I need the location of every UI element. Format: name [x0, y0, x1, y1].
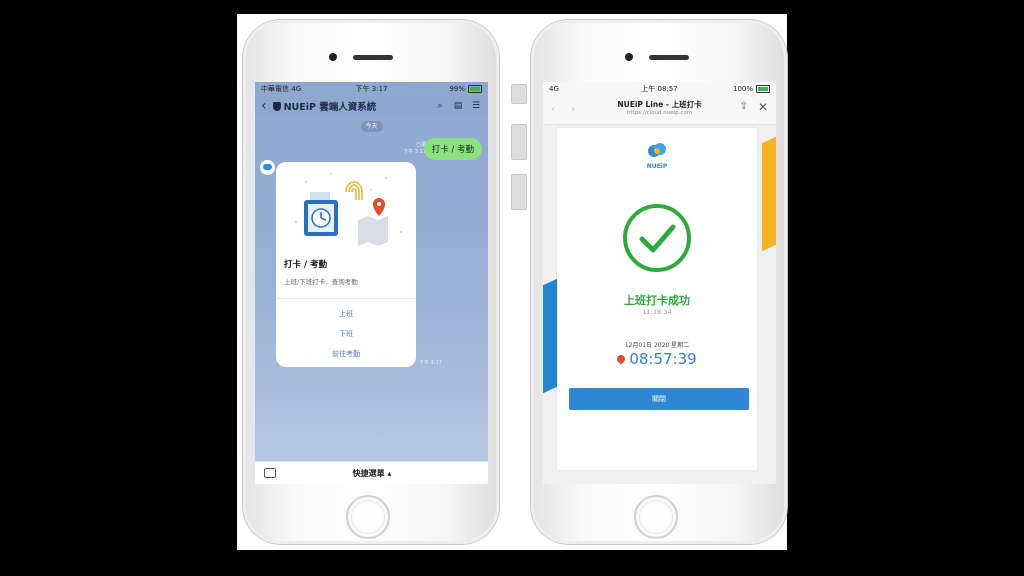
chat-title: NUEiP 雲端人資系統	[283, 102, 377, 113]
search-icon[interactable]: ⌕	[434, 101, 446, 111]
home-button[interactable]	[634, 495, 678, 539]
right-phone: 4G 上午 08:57 100% ‹ › NUEiP Line - 上班打卡 h…	[531, 20, 787, 544]
quick-menu-toggle[interactable]: 快捷選單 ▴	[276, 468, 468, 479]
bot-avatar[interactable]	[260, 160, 275, 175]
status-time: 下午 3:17	[355, 85, 388, 93]
left-phone: 中華電信 4G 下午 3:17 99% ‹ NUEiP 雲端人資系統 ⌕ ▤ ☰…	[243, 20, 499, 544]
line-chat-screen: 中華電信 4G 下午 3:17 99% ‹ NUEiP 雲端人資系統 ⌕ ▤ ☰…	[255, 82, 488, 484]
close-icon[interactable]: ✕	[758, 100, 768, 114]
success-time: 11:18:34	[642, 308, 672, 316]
back-icon[interactable]: ‹	[261, 98, 267, 114]
cloud-logo-icon	[648, 143, 666, 157]
blue-accent-stripe	[543, 278, 557, 394]
notes-icon[interactable]: ▤	[452, 101, 464, 111]
browser-header: ‹ › NUEiP Line - 上班打卡 https://cloud.nuei…	[543, 96, 776, 125]
message-time: 下午 3:17	[403, 149, 426, 155]
timeclock-illustration	[294, 173, 403, 246]
card-subtitle: 上班/下班打卡．查詢考勤	[284, 278, 358, 286]
sent-message-bubble[interactable]: 打卡 / 考勤	[423, 138, 482, 160]
clock-out-action[interactable]: 下班	[276, 329, 416, 339]
earpiece	[353, 55, 393, 60]
battery-icon	[468, 85, 482, 93]
success-check-icon	[623, 204, 691, 272]
flex-message-card: 打卡 / 考勤 上班/下班打卡．查詢考勤 上班 下班 前往考勤	[276, 162, 416, 367]
logo-text: NUEiP	[646, 163, 668, 170]
nueip-logo: NUEiP	[644, 142, 670, 170]
card-illustration	[276, 162, 416, 254]
volume-up-button	[511, 124, 527, 160]
status-time: 上午 08:57	[641, 85, 678, 93]
read-label: 已讀	[415, 142, 426, 148]
menu-icon[interactable]: ☰	[470, 101, 482, 111]
yellow-accent-stripe	[762, 136, 776, 252]
clock-time: 08:57:39	[557, 350, 757, 368]
close-button[interactable]: 關閉	[569, 388, 749, 410]
success-title: 上班打卡成功	[624, 294, 690, 307]
card-time: 下午 3:17	[419, 360, 442, 366]
clock-in-action[interactable]: 上班	[276, 309, 416, 319]
share-icon[interactable]: ⇪	[740, 101, 748, 112]
chat-bottom-bar: 快捷選單 ▴	[255, 461, 488, 484]
stage: 中華電信 4G 下午 3:17 99% ‹ NUEiP 雲端人資系統 ⌕ ▤ ☰…	[237, 14, 787, 550]
date-line: 12月01日 2020 星期二	[624, 342, 690, 349]
card-divider	[276, 298, 416, 299]
card-title: 打卡 / 考勤	[284, 260, 328, 270]
read-receipt: 已讀 下午 3:17	[403, 142, 426, 156]
go-to-attendance-action[interactable]: 前往考勤	[276, 349, 416, 359]
earpiece	[649, 55, 689, 60]
volume-down-button	[511, 174, 527, 210]
result-card: NUEiP 上班打卡成功 11:18:34 12月01日 2020 星期二 08…	[557, 128, 757, 470]
status-bar: 中華電信 4G 下午 3:17 99%	[255, 82, 488, 96]
chat-header: ‹ NUEiP 雲端人資系統 ⌕ ▤ ☰	[255, 96, 488, 116]
mute-switch	[511, 84, 527, 104]
front-camera	[329, 53, 337, 61]
clock-time-value: 08:57:39	[629, 350, 697, 368]
home-button[interactable]	[346, 495, 390, 539]
location-pin-icon	[615, 353, 627, 365]
status-bar: 4G 上午 08:57 100%	[543, 82, 776, 96]
front-camera	[625, 53, 633, 61]
battery-icon	[756, 85, 770, 93]
keyboard-icon[interactable]	[264, 468, 276, 478]
date-pill: 今天	[360, 121, 383, 132]
official-account-badge-icon	[272, 101, 281, 111]
nueip-web-screen: 4G 上午 08:57 100% ‹ › NUEiP Line - 上班打卡 h…	[543, 82, 776, 484]
